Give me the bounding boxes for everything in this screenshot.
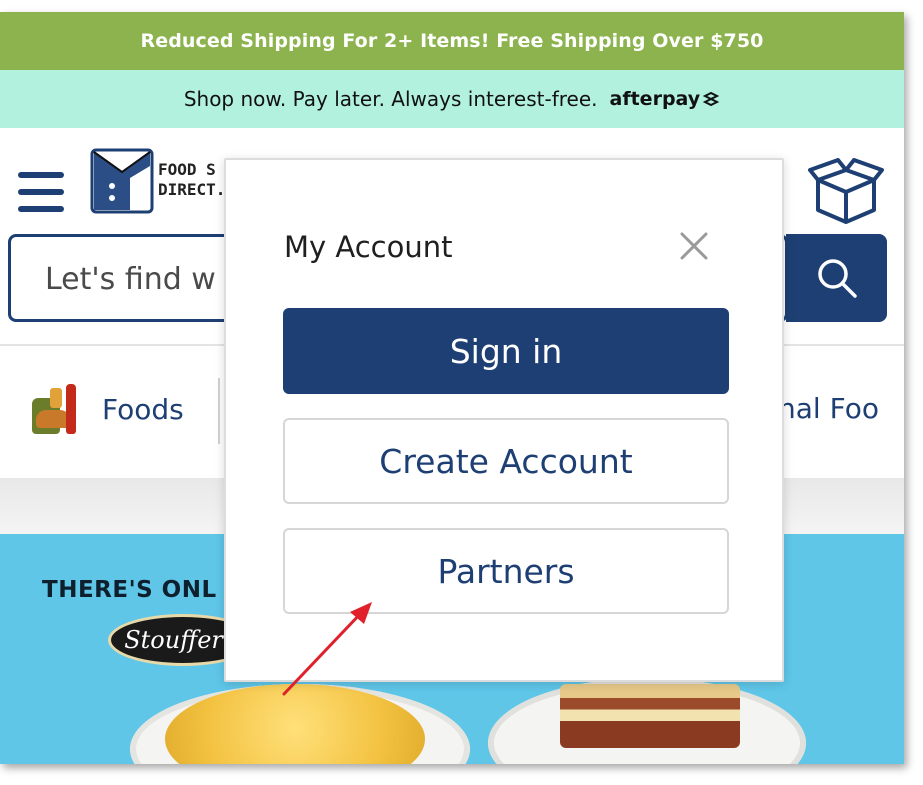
afterpay-text: Shop now. Pay later. Always interest-fre…: [183, 87, 598, 111]
category-foods[interactable]: Foods: [30, 380, 184, 438]
sign-in-button[interactable]: Sign in: [283, 308, 729, 394]
foods-category-image: [30, 380, 82, 438]
afterpay-logo: afterpay: [610, 88, 721, 110]
promo-banner[interactable]: Reduced Shipping For 2+ Items! Free Ship…: [0, 12, 904, 70]
logo-line-1: FOOD S: [158, 160, 216, 179]
annotation-arrow-icon: [282, 602, 372, 696]
afterpay-arrows-icon: [702, 91, 720, 107]
search-icon: [817, 259, 857, 298]
close-icon[interactable]: [674, 226, 714, 266]
category-foods-label: Foods: [102, 392, 184, 426]
create-account-button[interactable]: Create Account: [283, 418, 729, 504]
logo-line-2: DIRECT.: [158, 180, 226, 199]
chef-jacket-icon: [90, 148, 154, 214]
box-icon[interactable]: [808, 158, 884, 224]
afterpay-banner[interactable]: Shop now. Pay later. Always interest-fre…: [0, 70, 904, 128]
modal-title: My Account: [284, 230, 453, 264]
afterpay-logo-text: afterpay: [609, 88, 701, 110]
promo-text: Reduced Shipping For 2+ Items! Free Ship…: [140, 30, 764, 52]
category-additional-label[interactable]: nal Foo: [778, 392, 879, 425]
menu-icon[interactable]: [18, 172, 64, 212]
lasagna-image: [560, 684, 740, 748]
category-separator: [218, 378, 220, 444]
logo-text: FOOD S DIRECT.: [158, 160, 225, 200]
site-logo[interactable]: FOOD S DIRECT.: [90, 148, 230, 214]
hero-headline: THERE'S ONL: [42, 577, 217, 603]
search-button[interactable]: [786, 234, 887, 322]
